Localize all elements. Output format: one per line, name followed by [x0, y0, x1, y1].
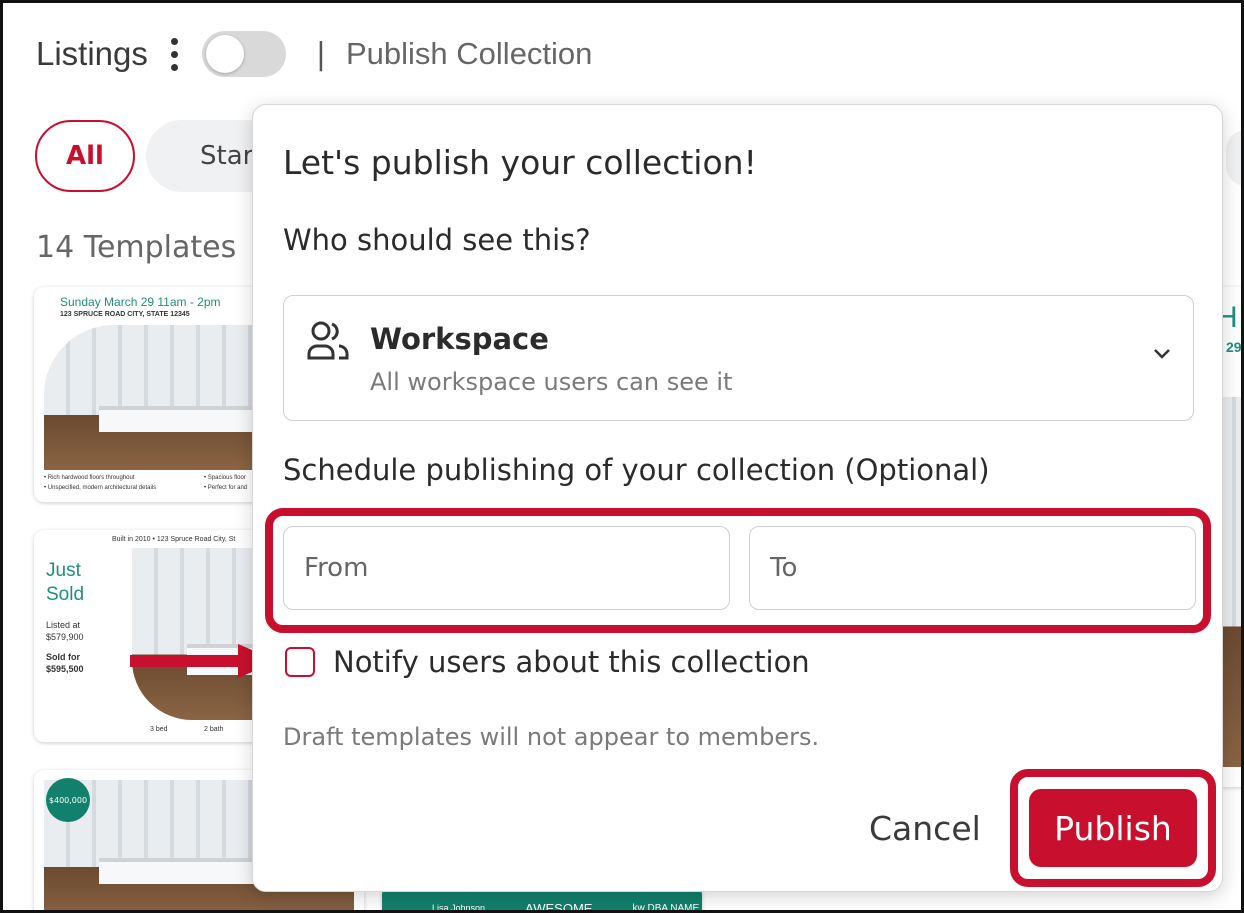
- page-title: Listings: [36, 35, 148, 72]
- card-tagline: AWESOME: [525, 900, 593, 913]
- card-bath-count: 2 bath: [204, 726, 224, 733]
- card-bullet: • Rich hardwood floors throughout: [44, 475, 135, 481]
- card-heading: Just: [46, 560, 81, 581]
- card-heading: Sold: [46, 584, 85, 605]
- publish-button[interactable]: Publish: [1029, 789, 1197, 867]
- filter-chip-all[interactable]: All: [35, 120, 135, 192]
- brand-logo: kw DBA NAME: [632, 902, 700, 913]
- audience-description: All workspace users can see it: [370, 368, 733, 396]
- agent-name: Lisa Johnson: [432, 903, 486, 913]
- card-date: Sunday March 29 11am - 2pm: [60, 295, 221, 309]
- card-listed-price: $579,900: [46, 632, 84, 642]
- breadcrumb[interactable]: Publish Collection: [346, 36, 592, 72]
- from-date-field[interactable]: [283, 526, 730, 610]
- breadcrumb-separator: |: [315, 36, 326, 72]
- card-bullet: • Spacious floor: [204, 475, 246, 481]
- card-bed-count: 3 bed: [150, 726, 168, 733]
- audience-value: Workspace: [370, 322, 549, 356]
- price-badge: $400,000: [46, 778, 90, 822]
- card-address: 123 SPRUCE ROAD CITY, STATE 12345: [60, 311, 190, 318]
- kebab-menu-icon[interactable]: [170, 37, 180, 71]
- publish-collection-dialog: Let's publish your collection! Who shoul…: [252, 104, 1223, 892]
- schedule-label: Schedule publishing of your collection (…: [283, 453, 990, 487]
- draft-note: Draft templates will not appear to membe…: [283, 723, 820, 751]
- card-footer-strip: Lisa Johnson AWESOME kw DBA NAME: [382, 891, 702, 913]
- audience-select[interactable]: Workspace All workspace users can see it: [283, 295, 1194, 421]
- templates-count: 14 Templates: [36, 230, 237, 265]
- card-date: 29: [1226, 339, 1242, 355]
- card-listed-label: Listed at: [46, 620, 81, 630]
- listings-toggle[interactable]: [201, 31, 286, 77]
- card-sold-label: Sold for: [46, 652, 80, 662]
- chevron-down-icon[interactable]: [1153, 348, 1171, 360]
- notify-option[interactable]: Notify users about this collection: [285, 645, 810, 679]
- cancel-button[interactable]: Cancel: [869, 805, 981, 851]
- notify-label: Notify users about this collection: [333, 645, 810, 679]
- card-sold-price: $595,500: [46, 664, 84, 674]
- audience-label: Who should see this?: [283, 223, 591, 257]
- to-date-field[interactable]: [749, 526, 1196, 610]
- card-bullet: • Unspecified, modern architectural deta…: [44, 485, 157, 491]
- dialog-title: Let's publish your collection!: [283, 143, 757, 182]
- filter-chip-right[interactable]: [1226, 130, 1244, 186]
- toggle-knob: [205, 35, 244, 73]
- page-header: Listings | Publish Collection: [36, 30, 592, 78]
- notify-checkbox[interactable]: [285, 647, 315, 677]
- card-bullet: • Perfect for and: [204, 485, 248, 491]
- card-address: Built in 2010 • 123 Spruce Road City, St: [112, 536, 236, 543]
- users-icon: [307, 321, 349, 360]
